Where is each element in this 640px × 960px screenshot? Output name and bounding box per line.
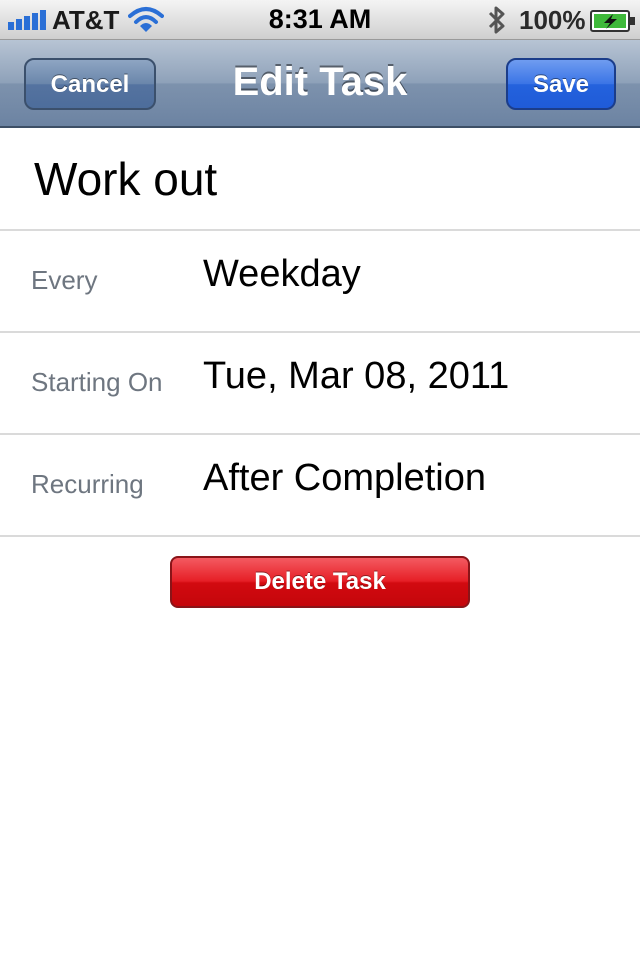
battery-charging-icon bbox=[590, 10, 635, 32]
every-row[interactable]: Every Weekday bbox=[0, 231, 640, 333]
bluetooth-icon bbox=[488, 6, 505, 34]
status-bar: AT&T 8:31 AM 100% bbox=[0, 0, 640, 40]
starting-on-value[interactable]: Tue, Mar 08, 2011 bbox=[203, 355, 509, 398]
every-label: Every bbox=[31, 265, 98, 295]
delete-task-button[interactable]: Delete Task bbox=[170, 556, 470, 608]
navigation-bar: Cancel Edit Task Save bbox=[0, 40, 640, 128]
every-value[interactable]: Weekday bbox=[203, 253, 361, 296]
recurring-row[interactable]: Recurring After Completion bbox=[0, 435, 640, 537]
recurring-value[interactable]: After Completion bbox=[203, 457, 486, 500]
starting-on-row[interactable]: Starting On Tue, Mar 08, 2011 bbox=[0, 333, 640, 435]
save-button[interactable]: Save bbox=[506, 58, 616, 110]
task-name-row[interactable]: Work out bbox=[0, 128, 640, 231]
starting-on-label: Starting On bbox=[31, 367, 163, 397]
recurring-label: Recurring bbox=[31, 469, 144, 499]
task-name-field[interactable]: Work out bbox=[34, 152, 217, 206]
battery-percentage: 100% bbox=[519, 5, 586, 35]
